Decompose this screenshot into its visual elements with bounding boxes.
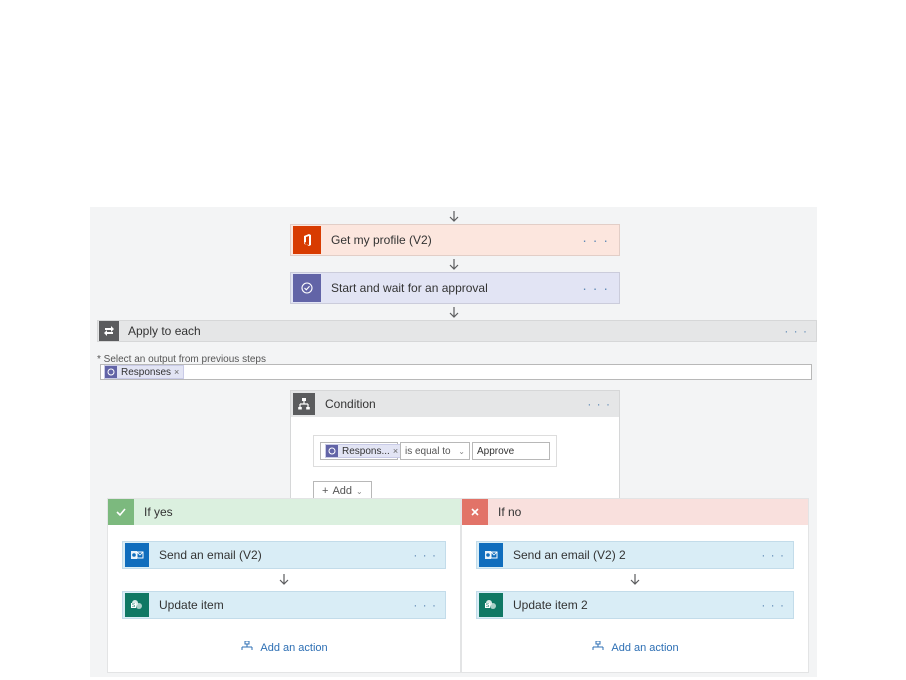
condition-header[interactable]: Condition · · · xyxy=(291,391,619,417)
token-responses[interactable]: Responses × xyxy=(104,365,184,379)
add-step-icon xyxy=(591,641,605,654)
outlook-icon xyxy=(125,543,149,567)
plus-icon: + xyxy=(322,485,328,497)
sharepoint-icon: S xyxy=(479,593,503,617)
action-send-email[interactable]: Send an email (V2) · · · xyxy=(122,541,446,569)
loop-icon xyxy=(99,321,119,341)
action-update-item[interactable]: S Update item · · · xyxy=(122,591,446,619)
more-menu-icon[interactable]: · · · xyxy=(753,598,793,612)
right-value-text: Approve xyxy=(477,446,514,457)
more-menu-icon[interactable]: · · · xyxy=(572,280,619,296)
step-approval[interactable]: Start and wait for an approval · · · xyxy=(290,272,620,304)
more-menu-icon[interactable]: · · · xyxy=(572,232,619,248)
sharepoint-icon: S xyxy=(125,593,149,617)
condition-title: Condition xyxy=(317,397,579,411)
more-menu-icon[interactable]: · · · xyxy=(753,548,793,562)
step-label: Start and wait for an approval xyxy=(323,281,572,295)
condition-row: Respons... × is equal to ⌄ Approve xyxy=(320,442,550,460)
add-action-label: Add an action xyxy=(611,642,678,654)
arrow-connector xyxy=(90,210,817,224)
branch-no: If no Send an email (V2) 2 · · · S Updat… xyxy=(461,498,809,673)
token-remove-icon[interactable]: × xyxy=(174,367,179,377)
add-step-icon xyxy=(240,641,254,654)
approval-icon xyxy=(293,274,321,302)
add-action-button[interactable]: Add an action xyxy=(476,641,794,654)
token-icon xyxy=(326,445,338,457)
condition-operator[interactable]: is equal to ⌄ xyxy=(400,442,470,460)
condition-left-value[interactable]: Respons... × xyxy=(320,442,398,460)
branch-yes: If yes Send an email (V2) · · · S Update… xyxy=(107,498,461,673)
outlook-icon xyxy=(479,543,503,567)
chevron-down-icon: ⌄ xyxy=(356,487,363,496)
token-remove-icon[interactable]: × xyxy=(393,446,398,456)
office-icon xyxy=(293,226,321,254)
action-update-item-2[interactable]: S Update item 2 · · · xyxy=(476,591,794,619)
branch-title: If no xyxy=(488,505,521,519)
branch-title: If yes xyxy=(134,505,173,519)
add-label: Add xyxy=(332,485,352,497)
token-label: Responses xyxy=(121,367,171,378)
arrow-connector xyxy=(90,258,817,272)
condition-right-value[interactable]: Approve xyxy=(472,442,550,460)
arrow-connector xyxy=(90,306,817,320)
cross-icon xyxy=(462,499,488,525)
action-label: Send an email (V2) 2 xyxy=(505,548,753,562)
step-get-profile[interactable]: Get my profile (V2) · · · xyxy=(290,224,620,256)
action-label: Update item 2 xyxy=(505,598,753,612)
step-label: Apply to each xyxy=(120,324,776,338)
check-icon xyxy=(108,499,134,525)
step-apply-to-each[interactable]: Apply to each · · · xyxy=(97,320,817,342)
token-icon xyxy=(105,366,117,378)
token-response[interactable]: Respons... × xyxy=(325,444,403,458)
condition-icon xyxy=(293,393,315,415)
select-output-field[interactable]: Responses × xyxy=(100,364,812,380)
chevron-down-icon: ⌄ xyxy=(458,447,465,456)
action-label: Update item xyxy=(151,598,405,612)
action-send-email-2[interactable]: Send an email (V2) 2 · · · xyxy=(476,541,794,569)
arrow-connector xyxy=(476,569,794,591)
token-label: Respons... xyxy=(342,446,390,457)
add-action-label: Add an action xyxy=(260,642,327,654)
arrow-connector xyxy=(122,569,446,591)
add-action-button[interactable]: Add an action xyxy=(122,641,446,654)
more-menu-icon[interactable]: · · · xyxy=(405,548,445,562)
more-menu-icon[interactable]: · · · xyxy=(579,397,619,411)
more-menu-icon[interactable]: · · · xyxy=(776,324,816,338)
step-label: Get my profile (V2) xyxy=(323,233,572,247)
branch-no-header[interactable]: If no xyxy=(462,499,808,525)
more-menu-icon[interactable]: · · · xyxy=(405,598,445,612)
branch-yes-header[interactable]: If yes xyxy=(108,499,460,525)
operator-label: is equal to xyxy=(405,446,451,457)
action-label: Send an email (V2) xyxy=(151,548,405,562)
